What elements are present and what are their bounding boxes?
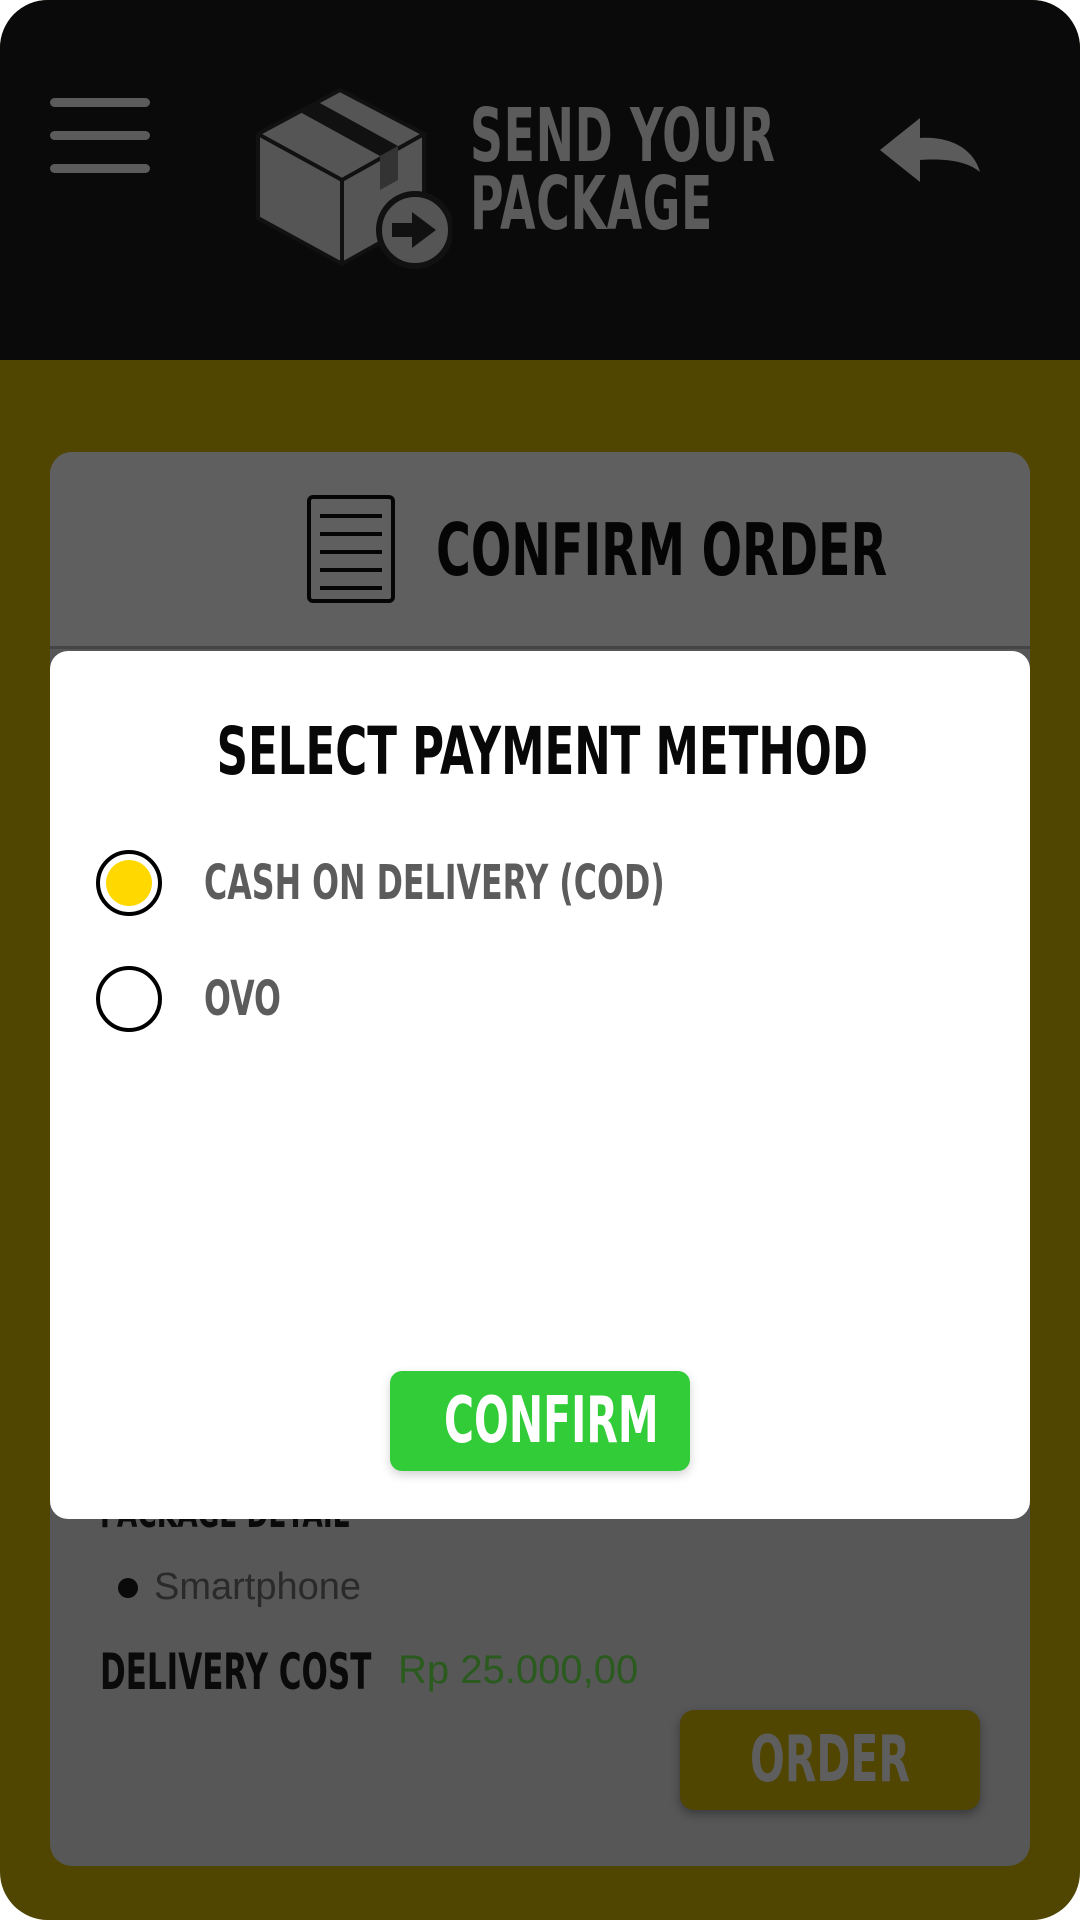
app-title-line2: PACKAGE: [470, 161, 714, 247]
delivery-cost-label: DELIVERY COST: [100, 1643, 372, 1701]
radio-button-cod[interactable]: [96, 850, 162, 916]
payment-option-cod[interactable]: CASH ON DELIVERY (COD): [96, 850, 902, 916]
delivery-cost-value: Rp 25.000,00: [398, 1648, 639, 1692]
app-title: SEND YOUR PACKAGE: [470, 93, 776, 247]
order-button[interactable]: ORDER: [680, 1710, 980, 1810]
confirm-button[interactable]: CONFIRM: [390, 1371, 690, 1471]
confirm-button-label: CONFIRM: [444, 1384, 659, 1458]
hamburger-menu-icon[interactable]: [50, 98, 150, 173]
payment-method-dialog: SELECT PAYMENT METHOD CASH ON DELIVERY (…: [50, 651, 1030, 1519]
radio-selected-dot: [106, 860, 152, 906]
payment-option-label: OVO: [204, 971, 281, 1027]
document-icon: [307, 495, 395, 603]
radio-button-ovo[interactable]: [96, 966, 162, 1032]
package-send-icon: [256, 87, 452, 269]
top-bar: SEND YOUR PACKAGE: [0, 0, 1080, 360]
order-button-label: ORDER: [750, 1723, 910, 1797]
list-item: Smartphone: [118, 1566, 361, 1609]
app-title-line1: SEND YOUR: [470, 93, 776, 179]
dialog-title: SELECT PAYMENT METHOD: [216, 713, 869, 790]
item-label: Smartphone: [154, 1566, 362, 1608]
card-header: CONFIRM ORDER: [50, 452, 1030, 649]
payment-option-label: CASH ON DELIVERY (COD): [204, 855, 665, 911]
app-screen: SEND YOUR PACKAGE CONFIRM ORDER PACKAGE …: [0, 0, 1080, 1920]
card-title: CONFIRM ORDER: [436, 508, 888, 592]
back-arrow-icon[interactable]: [876, 116, 982, 186]
payment-option-ovo[interactable]: OVO: [96, 966, 321, 1032]
bullet-icon: [118, 1577, 138, 1598]
